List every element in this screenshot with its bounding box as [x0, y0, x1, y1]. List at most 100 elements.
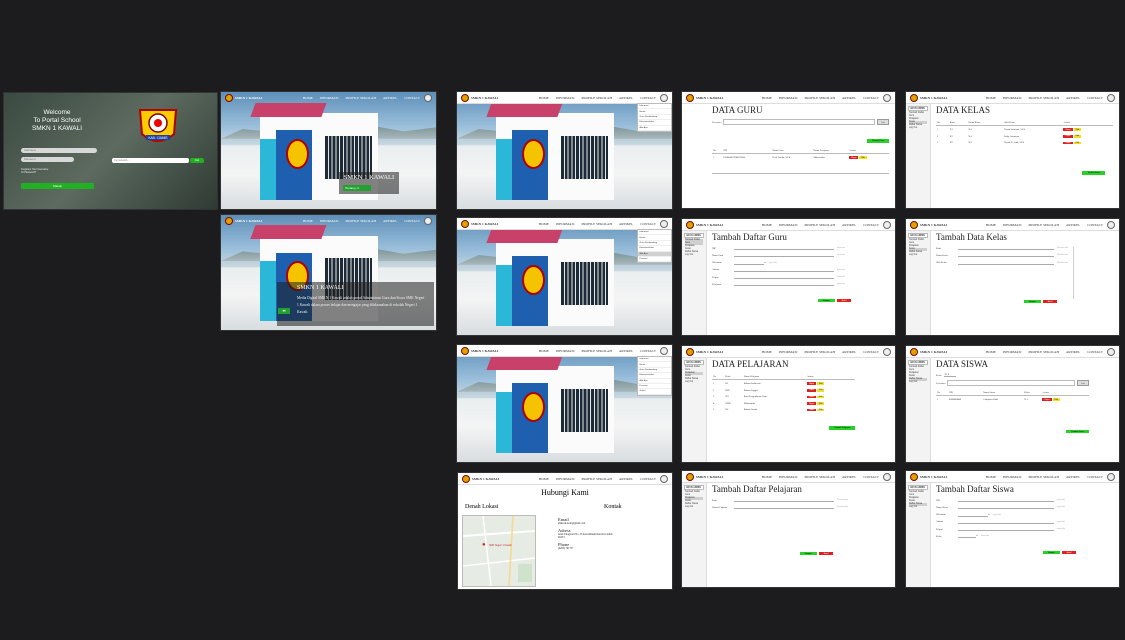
nav-informasi[interactable]: INFORMASI [1003, 475, 1022, 479]
nis-input[interactable] [958, 498, 1054, 502]
delete-button[interactable]: Hapus [1042, 398, 1052, 402]
delete-button[interactable]: Hapus [1063, 141, 1073, 145]
delete-button[interactable]: Hapus [806, 388, 817, 392]
user-icon[interactable] [1107, 221, 1115, 229]
user-icon[interactable] [424, 94, 432, 102]
edit-button[interactable]: Edit [817, 408, 825, 412]
nav-profile[interactable]: PROFILE SEKOLAH [805, 350, 835, 354]
nav-contact[interactable]: CONTACT [404, 96, 420, 100]
nav-home[interactable]: HOME [986, 223, 996, 227]
nav-profile[interactable]: PROFILE SEKOLAH [1029, 96, 1059, 100]
username-input[interactable]: Username [21, 148, 97, 153]
sidebar-item-logout[interactable]: Log Out [685, 381, 703, 384]
nav-profile[interactable]: PROFILE SEKOLAH [582, 222, 612, 226]
sidebar-item-logout[interactable]: Log Out [909, 254, 927, 257]
nav-informasi[interactable]: INFORMASI [320, 219, 339, 223]
telpon-input[interactable] [958, 527, 1054, 532]
dropdown-item[interactable]: Prestasi [638, 257, 671, 263]
user-icon[interactable] [1107, 473, 1115, 481]
cancel-button[interactable]: Batal [818, 552, 834, 556]
nav-contact[interactable]: CONTACT [1087, 223, 1103, 227]
edit-button[interactable]: Edit [1073, 141, 1081, 145]
password-input[interactable]: Password [21, 157, 74, 162]
nav-contact[interactable]: CONTACT [404, 219, 420, 223]
nav-home[interactable]: HOME [986, 96, 996, 100]
user-icon[interactable] [1107, 348, 1115, 356]
save-button[interactable]: Simpan [1024, 300, 1041, 304]
nav-home[interactable]: HOME [303, 219, 313, 223]
nav-artikel[interactable]: ARTIKEL [619, 222, 633, 226]
edit-button[interactable]: Edit [1073, 134, 1081, 138]
nav-informasi[interactable]: INFORMASI [556, 96, 575, 100]
dropdown-item[interactable]: Galeri [638, 389, 671, 395]
pelajaran-input[interactable] [734, 282, 834, 287]
user-icon[interactable] [883, 473, 891, 481]
nav-profile[interactable]: PROFILE SEKOLAH [805, 96, 835, 100]
delete-button[interactable]: Hapus [806, 402, 817, 405]
nav-home[interactable]: HOME [539, 96, 549, 100]
login-button[interactable]: Masuk [21, 183, 94, 189]
nav-informasi[interactable]: INFORMASI [320, 96, 339, 100]
nav-profile[interactable]: PROFILE SEKOLAH [805, 223, 835, 227]
user-icon[interactable] [1107, 94, 1115, 102]
nav-contact[interactable]: CONTACT [640, 477, 656, 481]
nav-home[interactable]: HOME [539, 349, 549, 353]
edit-button[interactable]: Edit [1073, 128, 1081, 132]
nav-artikel[interactable]: ARTIKEL [383, 219, 397, 223]
nav-contact[interactable]: CONTACT [640, 222, 656, 226]
search-button[interactable]: Cari [190, 158, 204, 163]
user-icon[interactable] [883, 348, 891, 356]
edit-button[interactable]: Edit [817, 382, 825, 386]
wali-kelas-input[interactable] [958, 261, 1054, 265]
nav-home[interactable]: HOME [986, 475, 996, 479]
user-icon[interactable] [883, 221, 891, 229]
nav-home[interactable]: HOME [762, 96, 772, 100]
nav-artikel[interactable]: ARTIKEL [842, 350, 856, 354]
delete-button[interactable]: Hapus [849, 156, 859, 160]
nama-kelas-input[interactable] [958, 253, 1054, 258]
add-guru-button[interactable]: Tambah Guru [866, 139, 889, 143]
save-button[interactable]: Simpan [1043, 551, 1060, 555]
sidebar-item-logout[interactable]: Log Out [909, 381, 927, 384]
add-kelas-button[interactable]: Tambah Kelas [1082, 171, 1105, 175]
nav-artikel[interactable]: ARTIKEL [1066, 475, 1080, 479]
nav-home[interactable]: HOME [762, 223, 772, 227]
nav-informasi[interactable]: INFORMASI [556, 477, 575, 481]
save-button[interactable]: Simpan [818, 299, 835, 303]
dropdown-item[interactable]: Alat Ajar [638, 126, 671, 131]
edit-button[interactable]: Edit [817, 388, 825, 392]
gender-select[interactable] [734, 261, 764, 265]
nav-informasi[interactable]: INFORMASI [556, 349, 575, 353]
nav-artikel[interactable]: ARTIKEL [619, 349, 633, 353]
cancel-button[interactable]: Batal [836, 299, 852, 303]
nav-contact[interactable]: CONTACT [1087, 475, 1103, 479]
alamat-input[interactable] [734, 268, 834, 272]
location-map[interactable]: ● SMK Negeri 1 Kawali [462, 515, 536, 587]
nav-contact[interactable]: CONTACT [640, 349, 656, 353]
nav-informasi[interactable]: INFORMASI [779, 223, 798, 227]
nama-input[interactable] [734, 253, 834, 258]
kode-input[interactable] [958, 246, 1054, 250]
search-input[interactable]: Pencarian [936, 382, 945, 385]
sidebar-item-logout[interactable]: Log Out [909, 506, 927, 509]
kelas-filter-select[interactable]: X1 ▾ [944, 373, 957, 377]
nav-contact[interactable]: CONTACT [863, 223, 879, 227]
nav-informasi[interactable]: INFORMASI [779, 350, 798, 354]
telpon-input[interactable] [734, 275, 834, 280]
nav-home[interactable]: HOME [762, 475, 772, 479]
delete-button[interactable]: Hapus [806, 382, 817, 386]
sidebar-item-logout[interactable]: Log Out [909, 127, 927, 130]
nav-artikel[interactable]: ARTIKEL [1066, 350, 1080, 354]
nav-informasi[interactable]: INFORMASI [779, 96, 798, 100]
delete-button[interactable]: Hapus [806, 395, 817, 399]
nav-profile[interactable]: PROFILE SEKOLAH [1029, 350, 1059, 354]
nav-home[interactable]: HOME [986, 350, 996, 354]
user-icon[interactable] [660, 475, 668, 483]
nav-informasi[interactable]: INFORMASI [779, 475, 798, 479]
edit-button[interactable]: Edit [817, 402, 825, 405]
nav-artikel[interactable]: ARTIKEL [619, 477, 633, 481]
search-input[interactable]: Pencarian [712, 121, 721, 124]
sidebar-item-logout[interactable]: Log Out [685, 254, 703, 257]
nav-profile[interactable]: PROFILE SEKOLAH [582, 477, 612, 481]
nav-profile[interactable]: PROFILE SEKOLAH [346, 219, 376, 223]
